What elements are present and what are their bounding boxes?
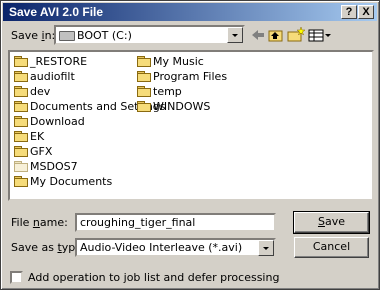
save-in-label-a: Save (11, 29, 42, 42)
list-item[interactable]: dev (14, 85, 50, 98)
folder-icon (14, 116, 28, 127)
list-item-label: _RESTORE (30, 55, 88, 68)
list-item-label: Download (30, 115, 85, 128)
chevron-down-icon[interactable] (227, 27, 243, 43)
save-button-key: S (317, 215, 325, 228)
defer-processing-label[interactable]: Add operation to job list and defer proc… (28, 271, 279, 284)
list-item-label: My Documents (30, 175, 113, 188)
folder-icon (137, 86, 151, 97)
list-item[interactable]: EK (14, 130, 44, 143)
save-in-dropdown[interactable]: BOOT (C:) (54, 25, 245, 45)
view-menu-icon[interactable] (308, 26, 332, 44)
folder-icon (14, 161, 28, 172)
list-item[interactable]: My Documents (14, 175, 112, 188)
save-button[interactable]: Save (293, 211, 370, 234)
list-item-label: temp (153, 85, 182, 98)
list-item-label: My Music (153, 55, 204, 68)
drive-icon (59, 31, 75, 41)
file-name-label: File name: (11, 216, 68, 229)
list-item[interactable]: audiofilt (14, 70, 75, 83)
list-item[interactable]: _RESTORE (14, 55, 87, 68)
list-item-label: GFX (30, 145, 53, 158)
list-item[interactable]: WINDOWS (137, 100, 210, 113)
file-name-label-a: File (11, 216, 33, 229)
save-as-type-label-a: Save as (11, 241, 58, 254)
list-item[interactable]: GFX (14, 145, 52, 158)
list-item[interactable]: Download (14, 115, 85, 128)
folder-icon (14, 56, 28, 67)
help-button[interactable]: ? (341, 5, 357, 19)
folder-icon (14, 101, 28, 112)
list-item-label: MSDOS7 (30, 160, 78, 173)
list-item-label: WINDOWS (153, 100, 211, 113)
list-item[interactable]: temp (137, 85, 182, 98)
chevron-down-icon[interactable] (258, 240, 274, 256)
save-dialog: Save AVI 2.0 File ? X Save in: BOOT (C:)… (0, 0, 380, 290)
save-in-value: BOOT (C:) (77, 29, 132, 42)
back-icon[interactable] (250, 26, 266, 44)
up-folder-icon[interactable] (268, 26, 284, 44)
save-in-label: Save in: (11, 29, 55, 42)
file-name-input[interactable]: croughing_tiger_final (75, 213, 276, 232)
folder-icon (14, 86, 28, 97)
list-item-label: audiofilt (30, 70, 75, 83)
list-item-label: Program Files (153, 70, 228, 83)
folder-icon (137, 56, 151, 67)
defer-processing-checkbox[interactable] (10, 271, 23, 284)
folder-icon (14, 176, 28, 187)
list-item-label: EK (30, 130, 45, 143)
new-folder-icon[interactable] (287, 26, 305, 44)
save-as-type-value: Audio-Video Interleave (*.avi) (80, 241, 243, 254)
save-as-type-dropdown[interactable]: Audio-Video Interleave (*.avi) (75, 238, 276, 257)
title-bar[interactable]: Save AVI 2.0 File ? X (3, 3, 377, 21)
save-button-label: ave (324, 215, 345, 228)
cancel-button[interactable]: Cancel (294, 237, 369, 258)
folder-icon (137, 101, 151, 112)
folder-icon (14, 146, 28, 157)
folder-icon (137, 71, 151, 82)
list-item[interactable]: Program Files (137, 70, 227, 83)
list-item[interactable]: MSDOS7 (14, 160, 78, 173)
close-button[interactable]: X (358, 5, 374, 19)
list-item-label: dev (30, 85, 51, 98)
window-title: Save AVI 2.0 File (9, 5, 104, 19)
file-list[interactable]: _RESTORE audiofilt dev Documents and Set… (8, 50, 374, 201)
file-name-label-b: ame: (39, 216, 68, 229)
list-item[interactable]: My Music (137, 55, 204, 68)
file-name-label-key: n (32, 216, 40, 229)
folder-icon (14, 131, 28, 142)
folder-icon (14, 71, 28, 82)
